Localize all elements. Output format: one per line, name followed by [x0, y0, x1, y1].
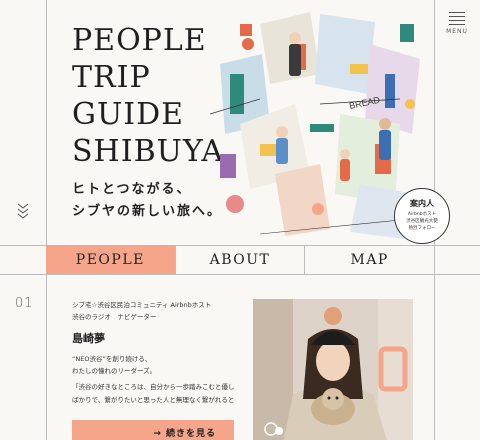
nav-map[interactable]: MAP	[305, 245, 434, 274]
badge-line: 熱烈フォロー	[408, 226, 436, 231]
person-quote-line: ばかりで、繋がりたいと思った人と無理なく繋がれるとこ…	[72, 396, 234, 404]
nav-bottom-line	[0, 274, 480, 275]
badge-line: Airbnbホスト	[407, 212, 437, 217]
person-catch-line: “NEO渋谷”を創り続ける、	[72, 355, 152, 363]
badge-line: 渋谷区観光大使	[406, 219, 438, 224]
frame-line-left	[46, 0, 47, 440]
guide-badge: 案内人 Airbnbホスト 渋谷区観光大使 熱烈フォロー	[394, 188, 450, 244]
hamburger-icon	[449, 12, 465, 25]
menu-label: MENU	[446, 28, 468, 35]
main-nav: PEOPLE ABOUT MAP	[46, 245, 434, 274]
nav-about[interactable]: ABOUT	[176, 245, 306, 274]
person-number: 01	[15, 296, 34, 311]
person-catchphrase: “NEO渋谷”を創り続ける、 わたしの憧れのリーダーズ。	[72, 353, 156, 377]
person-role-line: 渋谷のラジオ ナビゲーター	[72, 313, 157, 321]
person-role-line: シブ宅☆渋谷区民泊コミュニティ Airbnbホスト	[72, 301, 212, 309]
person-role: シブ宅☆渋谷区民泊コミュニティ Airbnbホスト 渋谷のラジオ ナビゲーター	[72, 299, 211, 323]
badge-title: 案内人	[410, 199, 434, 208]
nav-people[interactable]: PEOPLE	[46, 245, 176, 274]
person-quote-line: 「渋谷の好きなところは、自分から一歩踏みこむと優しい人	[72, 383, 234, 391]
person-catch-line: わたしの憧れのリーダーズ。	[72, 367, 157, 375]
scroll-down-icon[interactable]	[16, 202, 30, 220]
read-more-button[interactable]: → 続きを見る	[72, 420, 234, 440]
person-name: 島崎夢	[72, 332, 105, 345]
person-quote: 「渋谷の好きなところは、自分から一歩踏みこむと優しい人 ばかりで、繋がりたいと思…	[72, 381, 234, 407]
person-photo[interactable]	[253, 299, 413, 440]
menu-button[interactable]: MENU	[446, 12, 468, 35]
